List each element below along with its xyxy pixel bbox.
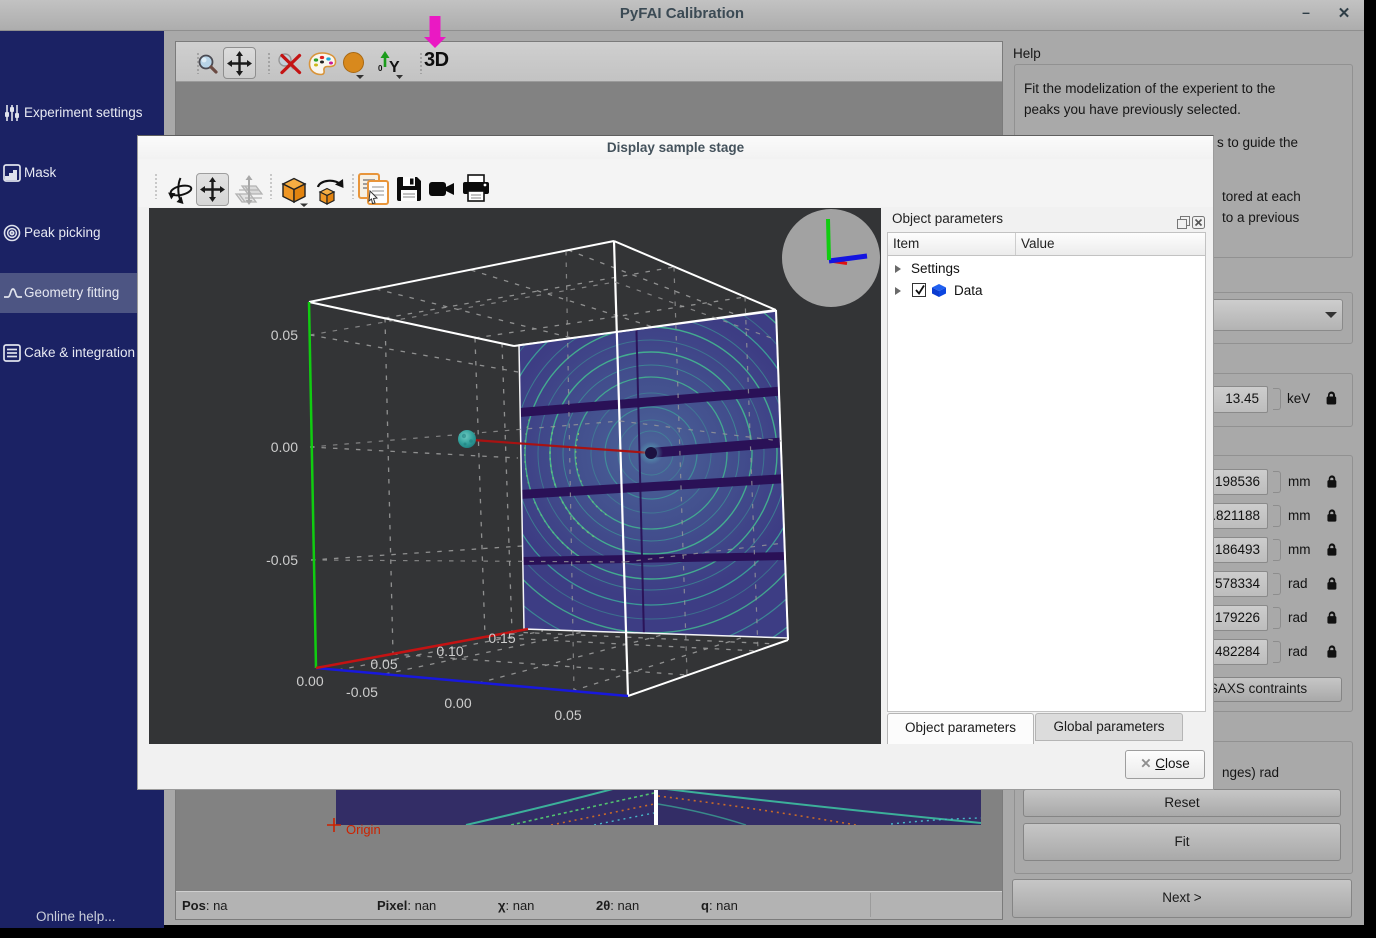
svg-text:0.05: 0.05 — [370, 656, 397, 672]
svg-text:0.00: 0.00 — [444, 695, 471, 711]
svg-text:0.00: 0.00 — [271, 439, 298, 455]
svg-text:0: 0 — [378, 64, 383, 73]
svg-text:0.05: 0.05 — [554, 707, 581, 723]
svg-text:-0.05: -0.05 — [266, 552, 298, 568]
svg-text:-0.05: -0.05 — [346, 684, 378, 700]
svg-text:0.00: 0.00 — [296, 673, 323, 689]
svg-text:0.10: 0.10 — [436, 643, 463, 659]
svg-text:0.05: 0.05 — [271, 327, 298, 343]
svg-text:0.15: 0.15 — [488, 630, 515, 646]
svg-text:Y: Y — [389, 59, 400, 76]
